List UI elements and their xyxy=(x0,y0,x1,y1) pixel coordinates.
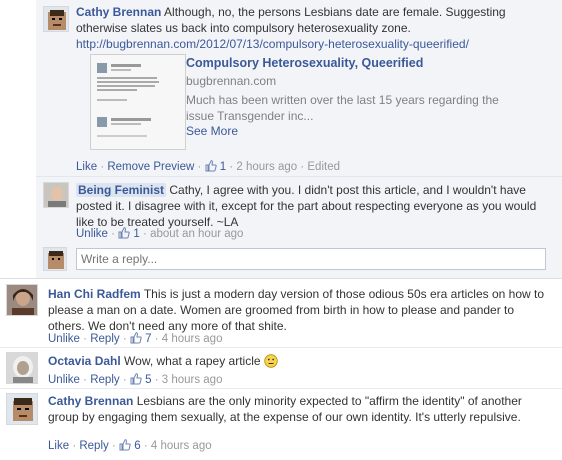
divider xyxy=(0,388,562,389)
preview-domain: bugbrennan.com xyxy=(186,74,277,88)
comment-author[interactable]: Han Chi Radfem xyxy=(48,287,141,301)
like-button[interactable]: Like xyxy=(48,440,69,452)
timestamp[interactable]: 3 hours ago xyxy=(162,374,223,386)
unlike-button[interactable]: Unlike xyxy=(76,228,108,240)
avatar[interactable] xyxy=(6,352,38,384)
unlike-button[interactable]: Unlike xyxy=(48,333,80,345)
likes-count[interactable]: 5 xyxy=(145,374,151,386)
thumbs-up-icon xyxy=(205,160,217,172)
edited-label[interactable]: Edited xyxy=(307,161,340,173)
comment-author[interactable]: Octavia Dahl xyxy=(48,354,121,368)
see-more-link[interactable]: See More xyxy=(186,124,238,138)
remove-preview-button[interactable]: Remove Preview xyxy=(107,161,194,173)
emoticon-unsure-icon xyxy=(264,354,278,372)
avatar[interactable] xyxy=(6,393,38,425)
comment-body: Cathy Brennan Lesbians are the only mino… xyxy=(48,393,548,425)
likes-count[interactable]: 1 xyxy=(220,161,226,173)
preview-thumbnail[interactable] xyxy=(90,54,186,150)
divider xyxy=(0,278,562,279)
thumbs-up-icon xyxy=(119,439,131,451)
avatar[interactable] xyxy=(6,284,38,316)
comment-actions: Unlike · 1 · about an hour ago xyxy=(76,227,244,240)
likes-count[interactable]: 6 xyxy=(134,440,140,452)
link-preview[interactable]: Compulsory Heterosexuality, Queerified b… xyxy=(76,52,536,157)
comment-actions: Like · Remove Preview · 1 · 2 hours ago … xyxy=(76,160,340,173)
preview-description: Much has been written over the last 15 y… xyxy=(186,93,499,123)
timestamp[interactable]: 4 hours ago xyxy=(162,333,223,345)
thumbs-up-icon xyxy=(130,373,142,385)
comment-actions: Unlike · Reply · 5 · 3 hours ago xyxy=(48,373,223,386)
like-button[interactable]: Like xyxy=(76,161,97,173)
comment-actions: Unlike · Reply · 7 · 4 hours ago xyxy=(48,332,223,345)
comment-actions: Like · Reply · 6 · 4 hours ago xyxy=(48,439,212,452)
avatar[interactable] xyxy=(43,6,69,32)
likes-count[interactable]: 1 xyxy=(133,228,139,240)
timestamp[interactable]: about an hour ago xyxy=(150,228,243,240)
divider xyxy=(0,347,562,348)
comment-link[interactable]: http://bugbrennan.com/2012/07/13/compuls… xyxy=(76,37,469,51)
thumbs-up-icon xyxy=(118,227,130,239)
reply-button[interactable]: Reply xyxy=(90,374,119,386)
comment-body: Octavia Dahl Wow, what a rapey article xyxy=(48,353,548,372)
comment-body: Han Chi Radfem This is just a modern day… xyxy=(48,286,548,334)
reply-button[interactable]: Reply xyxy=(90,333,119,345)
comment-author[interactable]: Being Feminist xyxy=(76,183,167,197)
timestamp[interactable]: 4 hours ago xyxy=(151,440,212,452)
reply-input[interactable] xyxy=(76,248,546,270)
comment-author[interactable]: Cathy Brennan xyxy=(76,5,161,19)
comment-body: Being Feminist Cathy, I agree with you. … xyxy=(76,182,548,230)
timestamp[interactable]: 2 hours ago xyxy=(236,161,297,173)
thumbs-up-icon xyxy=(130,332,142,344)
comment-author[interactable]: Cathy Brennan xyxy=(48,394,133,408)
comment-body: Cathy Brennan Although, no, the persons … xyxy=(76,4,546,52)
unlike-button[interactable]: Unlike xyxy=(48,374,80,386)
divider xyxy=(36,176,562,177)
likes-count[interactable]: 7 xyxy=(145,333,151,345)
avatar xyxy=(43,247,67,271)
comment-text: Wow, what a rapey article xyxy=(124,354,261,368)
avatar[interactable] xyxy=(43,182,69,208)
preview-title[interactable]: Compulsory Heterosexuality, Queerified xyxy=(186,56,423,70)
reply-button[interactable]: Reply xyxy=(79,440,108,452)
